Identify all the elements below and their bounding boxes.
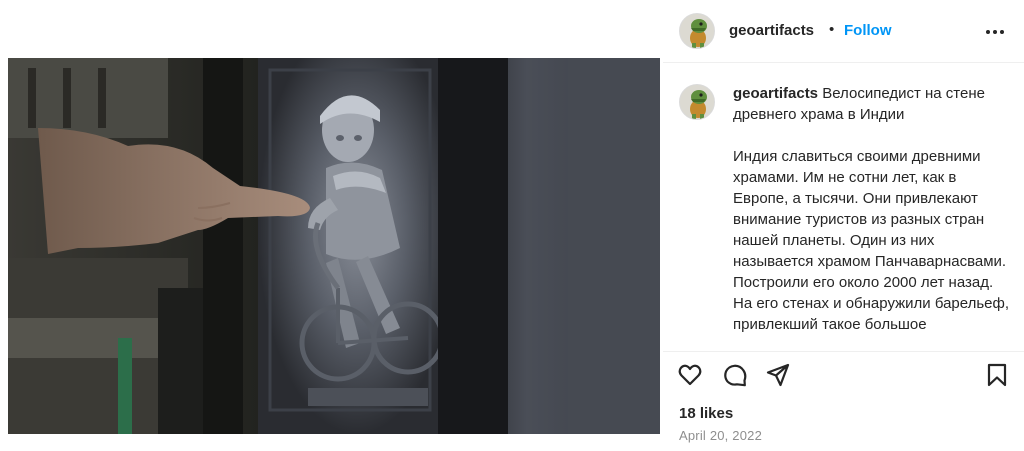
bookmark-icon[interactable] — [984, 362, 1010, 388]
heart-icon[interactable] — [677, 362, 703, 388]
dinosaur-avatar-icon — [680, 85, 714, 119]
action-bar — [663, 351, 1024, 399]
follow-button[interactable]: Follow — [844, 22, 892, 39]
post-image[interactable] — [8, 58, 660, 434]
separator-dot: • — [829, 21, 835, 38]
more-options-icon[interactable] — [983, 22, 1007, 42]
header-username[interactable]: geoartifacts — [729, 22, 814, 39]
caption-section: geoartifacts Велосипедист на стене древн… — [663, 64, 1024, 350]
post-sidebar: geoartifacts • Follow geoartifacts Велос… — [663, 0, 1024, 451]
post-date[interactable]: April 20, 2022 — [679, 428, 762, 443]
likes-count[interactable]: 18 likes — [679, 405, 733, 422]
paper-plane-icon[interactable] — [765, 362, 791, 388]
post-header: geoartifacts • Follow — [663, 0, 1024, 63]
caption-text: geoartifacts Велосипедист на стене древн… — [733, 83, 1013, 335]
temple-relief-photo — [8, 58, 660, 434]
dinosaur-avatar-icon — [680, 14, 714, 48]
caption-body: Индия славиться своими древними храмами.… — [733, 148, 1010, 333]
caption-avatar[interactable] — [679, 84, 715, 120]
caption-username[interactable]: geoartifacts — [733, 85, 818, 102]
comment-icon[interactable] — [722, 362, 748, 388]
avatar[interactable] — [679, 13, 715, 49]
